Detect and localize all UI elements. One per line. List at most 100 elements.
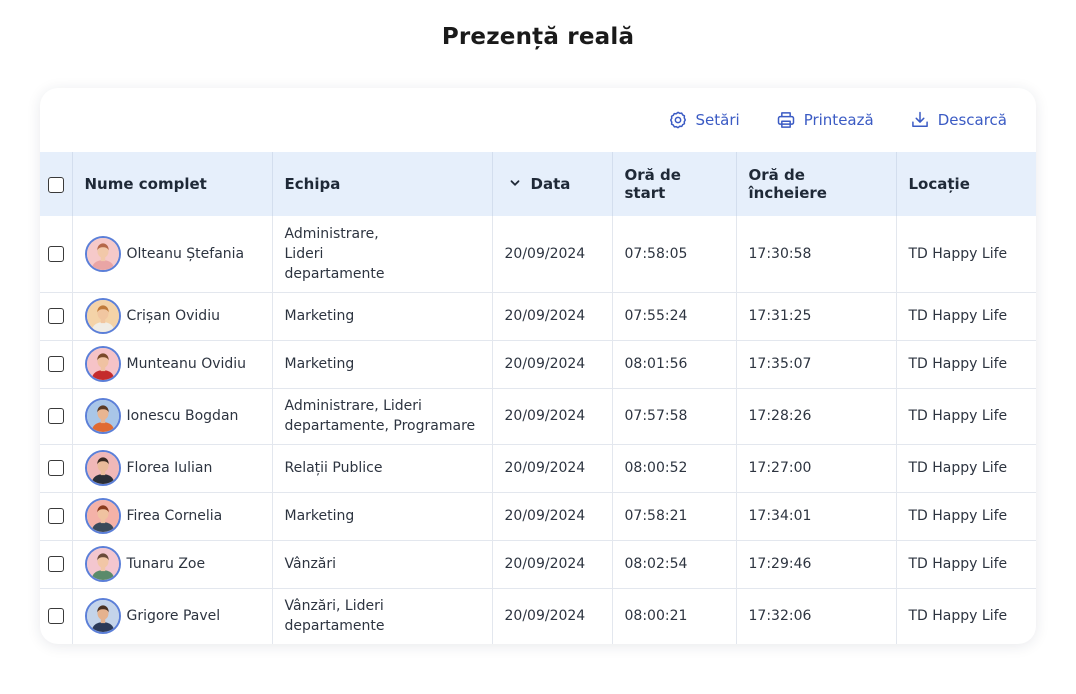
date-cell: 20/09/2024: [492, 540, 613, 589]
avatar: [84, 598, 121, 635]
download-button[interactable]: Descarcă: [910, 110, 1007, 130]
end-time-cell: 17:34:01: [736, 492, 897, 541]
printer-icon: [776, 110, 796, 130]
avatar: [84, 235, 121, 272]
name-cell: Crișan Ovidiu: [72, 292, 273, 341]
table-row[interactable]: Crișan Ovidiu Marketing 20/09/2024 07:55…: [40, 292, 1036, 341]
row-checkbox[interactable]: [47, 460, 64, 476]
row-select-cell: [40, 340, 73, 389]
header-team[interactable]: Echipa: [272, 152, 493, 216]
start-time-cell: 08:01:56: [612, 340, 737, 389]
toolbar: Setări Printează Descarcă: [40, 88, 1036, 152]
start-time-cell: 08:00:21: [612, 588, 737, 644]
location-cell: TD Happy Life: [896, 388, 1036, 445]
location-cell: TD Happy Life: [896, 340, 1036, 389]
person-name: Tunaru Zoe: [126, 556, 206, 572]
avatar: [84, 546, 121, 582]
row-select-cell: [40, 588, 73, 644]
person-name: Crișan Ovidiu: [126, 308, 220, 324]
team-line: departamente: [284, 265, 385, 282]
row-checkbox[interactable]: [47, 508, 64, 524]
row-select-cell: [40, 388, 73, 445]
header-date-label: Data: [530, 174, 571, 193]
name-cell: Grigore Pavel: [72, 588, 273, 644]
start-time-cell: 07:58:05: [612, 216, 737, 293]
person-name: Munteanu Ovidiu: [126, 356, 247, 372]
name-cell: Firea Cornelia: [72, 492, 273, 541]
team-cell: Marketing: [272, 340, 493, 389]
table-row[interactable]: Florea Iulian Relații Publice 20/09/2024…: [40, 444, 1036, 493]
location-cell: TD Happy Life: [896, 492, 1036, 541]
date-cell: 20/09/2024: [492, 292, 613, 341]
team-cell: Administrare, Lideri departamente: [272, 216, 493, 293]
name-cell: Munteanu Ovidiu: [72, 340, 273, 389]
end-time-cell: 17:31:25: [736, 292, 897, 341]
avatar: [84, 450, 121, 486]
team-cell: Relații Publice: [272, 444, 493, 493]
header-date[interactable]: Data: [492, 152, 613, 216]
table-row[interactable]: Tunaru Zoe Vânzări 20/09/2024 08:02:54 1…: [40, 540, 1036, 589]
attendance-card: Setări Printează Descarcă Nume complet E…: [40, 88, 1036, 644]
avatar: [84, 498, 121, 534]
print-button[interactable]: Printează: [776, 110, 874, 130]
header-start[interactable]: Oră de start: [612, 152, 737, 216]
team-cell: Vânzări, Lideri departamente: [272, 588, 493, 644]
table-header-row: Nume complet Echipa Data Oră de start Or…: [40, 152, 1036, 216]
row-checkbox[interactable]: [47, 556, 64, 572]
location-cell: TD Happy Life: [896, 216, 1036, 293]
team-line: Administrare, Lideri: [284, 398, 422, 414]
table-row[interactable]: Grigore Pavel Vânzări, Lideri departament…: [40, 588, 1036, 644]
settings-label: Setări: [695, 111, 740, 129]
download-icon: [910, 110, 930, 130]
select-all-checkbox[interactable]: [47, 176, 64, 193]
row-checkbox[interactable]: [47, 308, 64, 324]
header-name[interactable]: Nume complet: [72, 152, 273, 216]
person-name: Olteanu Ștefania: [126, 245, 245, 262]
person-name: Florea Iulian: [126, 460, 213, 476]
start-time-cell: 07:57:58: [612, 388, 737, 445]
team-line: Vânzări, Lideri: [284, 598, 384, 615]
row-checkbox[interactable]: [47, 245, 64, 262]
table-row[interactable]: Olteanu Ștefania Administrare, Lideri depa…: [40, 216, 1036, 293]
team-line: Relații Publice: [284, 460, 383, 476]
person-name: Grigore Pavel: [126, 608, 221, 625]
row-checkbox[interactable]: [47, 408, 64, 424]
date-cell: 20/09/2024: [492, 588, 613, 644]
end-time-cell: 17:35:07: [736, 340, 897, 389]
avatar: [84, 398, 121, 434]
row-checkbox[interactable]: [47, 356, 64, 372]
start-time-cell: 07:55:24: [612, 292, 737, 341]
end-time-cell: 17:32:06: [736, 588, 897, 644]
gear-icon: [668, 110, 688, 130]
start-time-cell: 07:58:21: [612, 492, 737, 541]
chevron-down-icon[interactable]: [509, 175, 521, 193]
end-time-cell: 17:29:46: [736, 540, 897, 589]
team-cell: Vânzări: [272, 540, 493, 589]
team-cell: Marketing: [272, 292, 493, 341]
print-label: Printează: [803, 111, 874, 129]
location-cell: TD Happy Life: [896, 444, 1036, 493]
settings-button[interactable]: Setări: [668, 110, 740, 130]
team-line: Lideri: [284, 245, 324, 262]
team-line: Marketing: [284, 356, 355, 372]
table-row[interactable]: Firea Cornelia Marketing 20/09/2024 07:5…: [40, 492, 1036, 541]
header-end[interactable]: Oră de încheiere: [736, 152, 897, 216]
person-name: Firea Cornelia: [126, 508, 223, 524]
location-cell: TD Happy Life: [896, 540, 1036, 589]
select-all-cell: [40, 152, 73, 216]
date-cell: 20/09/2024: [492, 216, 613, 293]
team-line: departamente: [284, 618, 385, 635]
header-location[interactable]: Locație: [896, 152, 1036, 216]
date-cell: 20/09/2024: [492, 388, 613, 445]
row-checkbox[interactable]: [47, 608, 64, 625]
row-select-cell: [40, 444, 73, 493]
team-cell: Administrare, Lideri departamente, Progra…: [272, 388, 493, 445]
name-cell: Florea Iulian: [72, 444, 273, 493]
table-row[interactable]: Munteanu Ovidiu Marketing 20/09/2024 08:…: [40, 340, 1036, 389]
location-cell: TD Happy Life: [896, 292, 1036, 341]
team-line: Marketing: [284, 508, 355, 524]
table-row[interactable]: Ionescu Bogdan Administrare, Lideri depar…: [40, 388, 1036, 445]
page-title: Prezență reală: [441, 24, 635, 50]
row-select-cell: [40, 216, 73, 293]
date-cell: 20/09/2024: [492, 492, 613, 541]
